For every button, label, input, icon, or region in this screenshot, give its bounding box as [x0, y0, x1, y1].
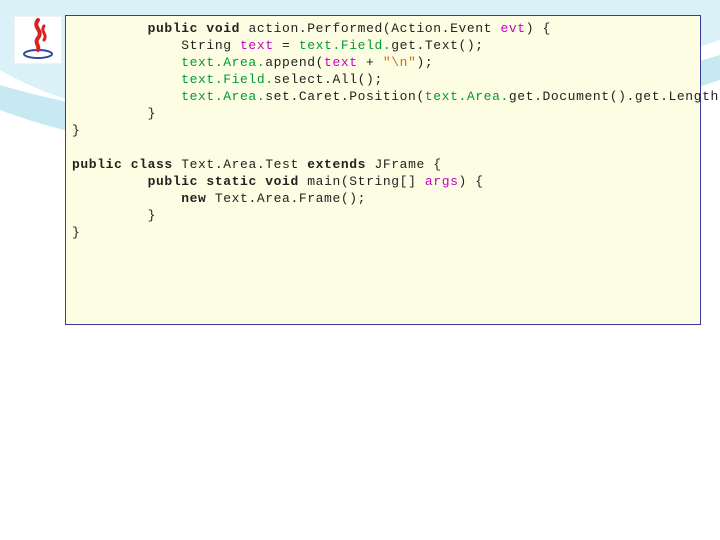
- code-content: public void action.Performed(Action.Even…: [72, 20, 694, 241]
- java-logo-icon: [14, 16, 62, 64]
- code-snippet-box: public void action.Performed(Action.Even…: [65, 15, 701, 325]
